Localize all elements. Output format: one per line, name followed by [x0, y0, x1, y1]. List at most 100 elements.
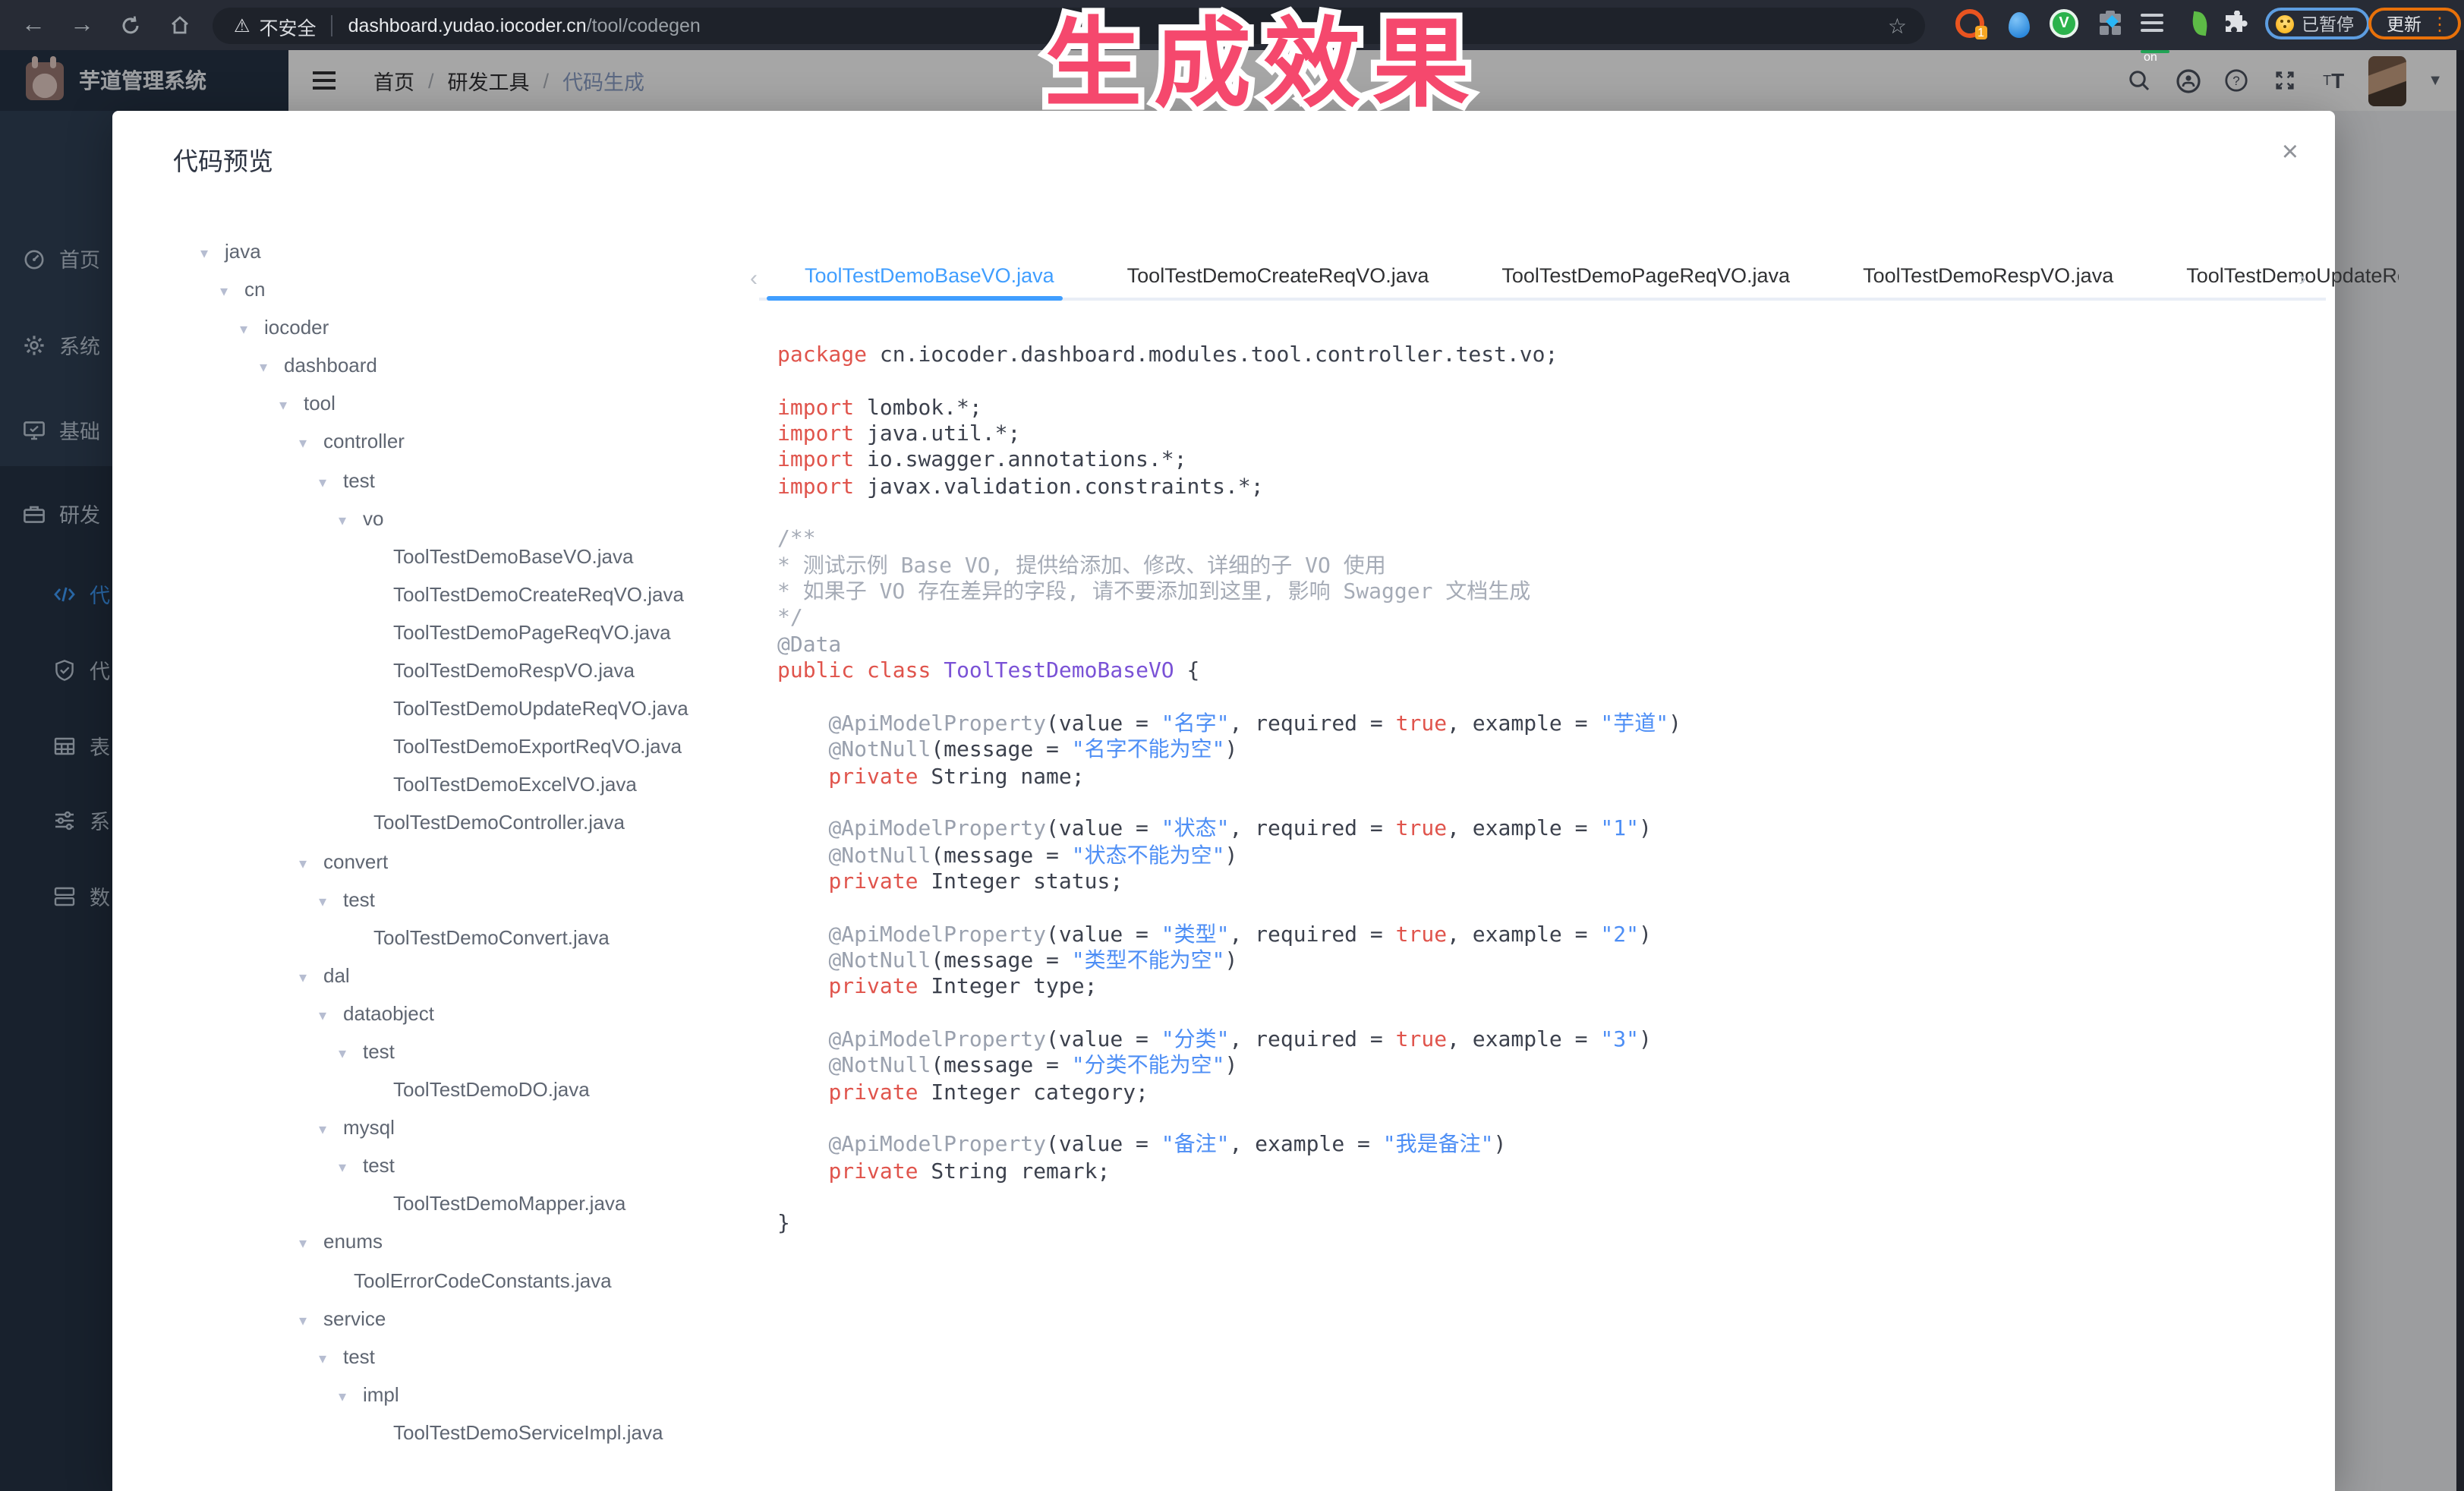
tab-4[interactable]: ToolTestDemoUpdateReqVO.java — [2186, 257, 2399, 296]
caret-down-icon[interactable]: ▾ — [240, 311, 264, 349]
caret-down-icon[interactable]: ▾ — [339, 1036, 363, 1073]
caret-down-icon[interactable]: ▾ — [299, 1302, 323, 1340]
bookmark-star-icon[interactable]: ☆ — [1888, 13, 1907, 39]
browser-forward-icon[interactable]: → — [61, 0, 103, 50]
close-icon[interactable]: × — [2282, 138, 2299, 167]
tree-folder[interactable]: ▾test — [112, 461, 774, 499]
tree-folder[interactable]: ▾convert — [112, 842, 774, 880]
tree-file[interactable]: ToolTestDemoMapper.java — [112, 1185, 774, 1223]
security-label[interactable]: 不安全 — [260, 11, 317, 40]
caret-down-icon[interactable]: ▾ — [279, 388, 304, 426]
caret-down-icon[interactable]: ▾ — [200, 235, 225, 273]
browser-menu-dots-icon[interactable]: ⋮ — [2431, 13, 2449, 34]
tree-folder[interactable]: ▾dataobject — [112, 995, 774, 1032]
caret-down-icon[interactable]: ▾ — [299, 1226, 323, 1264]
tree-node-label: dal — [323, 964, 350, 987]
tree-node-label: vo — [363, 506, 383, 529]
extension-leaf-icon[interactable] — [2191, 11, 2209, 36]
tree-folder[interactable]: ▾mysql — [112, 1108, 774, 1146]
tree-folder[interactable]: ▾test — [112, 1032, 774, 1070]
tree-node-label: ToolTestDemoCreateReqVO.java — [393, 583, 684, 606]
tree-file[interactable]: ToolTestDemoController.java — [112, 804, 774, 842]
tree-node-label: dataobject — [343, 1002, 434, 1025]
tree-folder[interactable]: ▾dal — [112, 957, 774, 995]
extension-vue-icon[interactable]: V — [2050, 9, 2078, 38]
caret-down-icon[interactable]: ▾ — [260, 350, 284, 388]
tree-folder[interactable]: ▾test — [112, 1337, 774, 1375]
tree-folder[interactable]: ▾java — [112, 232, 774, 270]
tree-folder[interactable]: ▾vo — [112, 499, 774, 537]
tree-folder[interactable]: ▾service — [112, 1299, 774, 1337]
code-viewer[interactable]: package cn.iocoder.dashboard.modules.too… — [777, 343, 1681, 1238]
tree-node-label: dashboard — [284, 355, 377, 377]
tree-node-label: impl — [363, 1383, 399, 1406]
annotation-text: 生成效果 生成效果 — [1045, 3, 1482, 125]
tree-node-label: java — [225, 240, 261, 263]
url-path: /tool/codegen — [587, 15, 701, 36]
tab-3[interactable]: ToolTestDemoRespVO.java — [1863, 257, 2113, 296]
extension-grid-icon[interactable]: ◆ — [2100, 14, 2122, 36]
browser-back-icon[interactable]: ← — [12, 0, 55, 50]
tree-file[interactable]: ToolTestDemoExportReqVO.java — [112, 727, 774, 765]
tree-folder[interactable]: ▾dashboard — [112, 347, 774, 385]
tree-node-label: convert — [323, 850, 388, 872]
extension-paused-pill[interactable]: 已暂停 — [2265, 8, 2369, 39]
tree-node-label: test — [363, 1155, 395, 1177]
tree-file[interactable]: ToolTestDemoServiceImpl.java — [112, 1414, 774, 1452]
extension-drop-icon[interactable] — [2009, 12, 2030, 38]
caret-down-icon[interactable]: ▾ — [319, 1340, 343, 1378]
caret-down-icon[interactable]: ▾ — [299, 960, 323, 998]
caret-down-icon[interactable]: ▾ — [319, 464, 343, 502]
tree-file[interactable]: ToolTestDemoExcelVO.java — [112, 766, 774, 804]
caret-down-icon[interactable]: ▾ — [299, 845, 323, 883]
paused-label: 已暂停 — [2302, 11, 2354, 36]
tree-folder[interactable]: ▾tool — [112, 385, 774, 423]
tabs-scroll-right-icon[interactable]: › — [2299, 266, 2306, 292]
tree-file[interactable]: ToolTestDemoConvert.java — [112, 918, 774, 956]
tree-file[interactable]: ToolErrorCodeConstants.java — [112, 1261, 774, 1299]
browser-reload-icon[interactable] — [109, 0, 152, 50]
tree-folder[interactable]: ▾enums — [112, 1223, 774, 1261]
caret-down-icon[interactable]: ▾ — [319, 883, 343, 921]
tree-file[interactable]: ToolTestDemoDO.java — [112, 1070, 774, 1108]
tree-folder[interactable]: ▾cn — [112, 270, 774, 308]
file-tabs: ToolTestDemoBaseVO.java ToolTestDemoCreat… — [805, 257, 2399, 296]
tree-folder[interactable]: ▾test — [112, 1147, 774, 1185]
tree-file[interactable]: ToolTestDemoCreateReqVO.java — [112, 575, 774, 613]
tree-node-label: ToolTestDemoConvert.java — [373, 925, 610, 948]
tree-folder[interactable]: ▾controller — [112, 423, 774, 461]
window-edge — [2456, 50, 2464, 1491]
extension-ubuntu-icon[interactable]: 1 — [1955, 9, 1984, 38]
caret-down-icon[interactable]: ▾ — [319, 998, 343, 1036]
tree-file[interactable]: ToolTestDemoPageReqVO.java — [112, 613, 774, 651]
tree-node-label: test — [343, 887, 375, 910]
tree-file[interactable]: ToolTestDemoBaseVO.java — [112, 537, 774, 575]
tree-file[interactable]: ToolTestDemoUpdateReqVO.java — [112, 689, 774, 727]
tab-0[interactable]: ToolTestDemoBaseVO.java — [805, 257, 1054, 296]
tab-2[interactable]: ToolTestDemoPageReqVO.java — [1501, 257, 1790, 296]
tree-node-label: tool — [304, 392, 336, 415]
caret-down-icon[interactable]: ▾ — [339, 502, 363, 540]
browser-home-icon[interactable] — [158, 0, 200, 50]
browser-update-button[interactable]: 更新⋮ — [2368, 8, 2461, 39]
tree-node-label: ToolErrorCodeConstants.java — [354, 1269, 612, 1291]
tab-1[interactable]: ToolTestDemoCreateReqVO.java — [1127, 257, 1429, 296]
tabs-scroll-left-icon[interactable]: ‹ — [750, 266, 758, 292]
active-tab-indicator — [767, 296, 1063, 301]
tree-node-label: ToolTestDemoController.java — [373, 812, 625, 834]
modal-title: 代码预览 — [173, 141, 273, 178]
caret-down-icon[interactable]: ▾ — [339, 1379, 363, 1417]
extension-list-icon[interactable]: on — [2141, 14, 2173, 46]
tree-folder[interactable]: ▾test — [112, 880, 774, 918]
warning-icon: ⚠ — [234, 15, 250, 36]
tree-file[interactable]: ToolTestDemoRespVO.java — [112, 651, 774, 689]
caret-down-icon[interactable]: ▾ — [299, 426, 323, 464]
caret-down-icon[interactable]: ▾ — [339, 1150, 363, 1188]
extensions-puzzle-icon[interactable] — [2223, 11, 2254, 43]
tree-folder[interactable]: ▾impl — [112, 1376, 774, 1414]
tree-folder[interactable]: ▾iocoder — [112, 308, 774, 346]
caret-down-icon[interactable]: ▾ — [319, 1111, 343, 1149]
caret-down-icon[interactable]: ▾ — [220, 273, 244, 311]
tree-node-label: ToolTestDemoMapper.java — [393, 1193, 625, 1215]
url-host: dashboard.yudao.iocoder.cn — [348, 15, 587, 36]
